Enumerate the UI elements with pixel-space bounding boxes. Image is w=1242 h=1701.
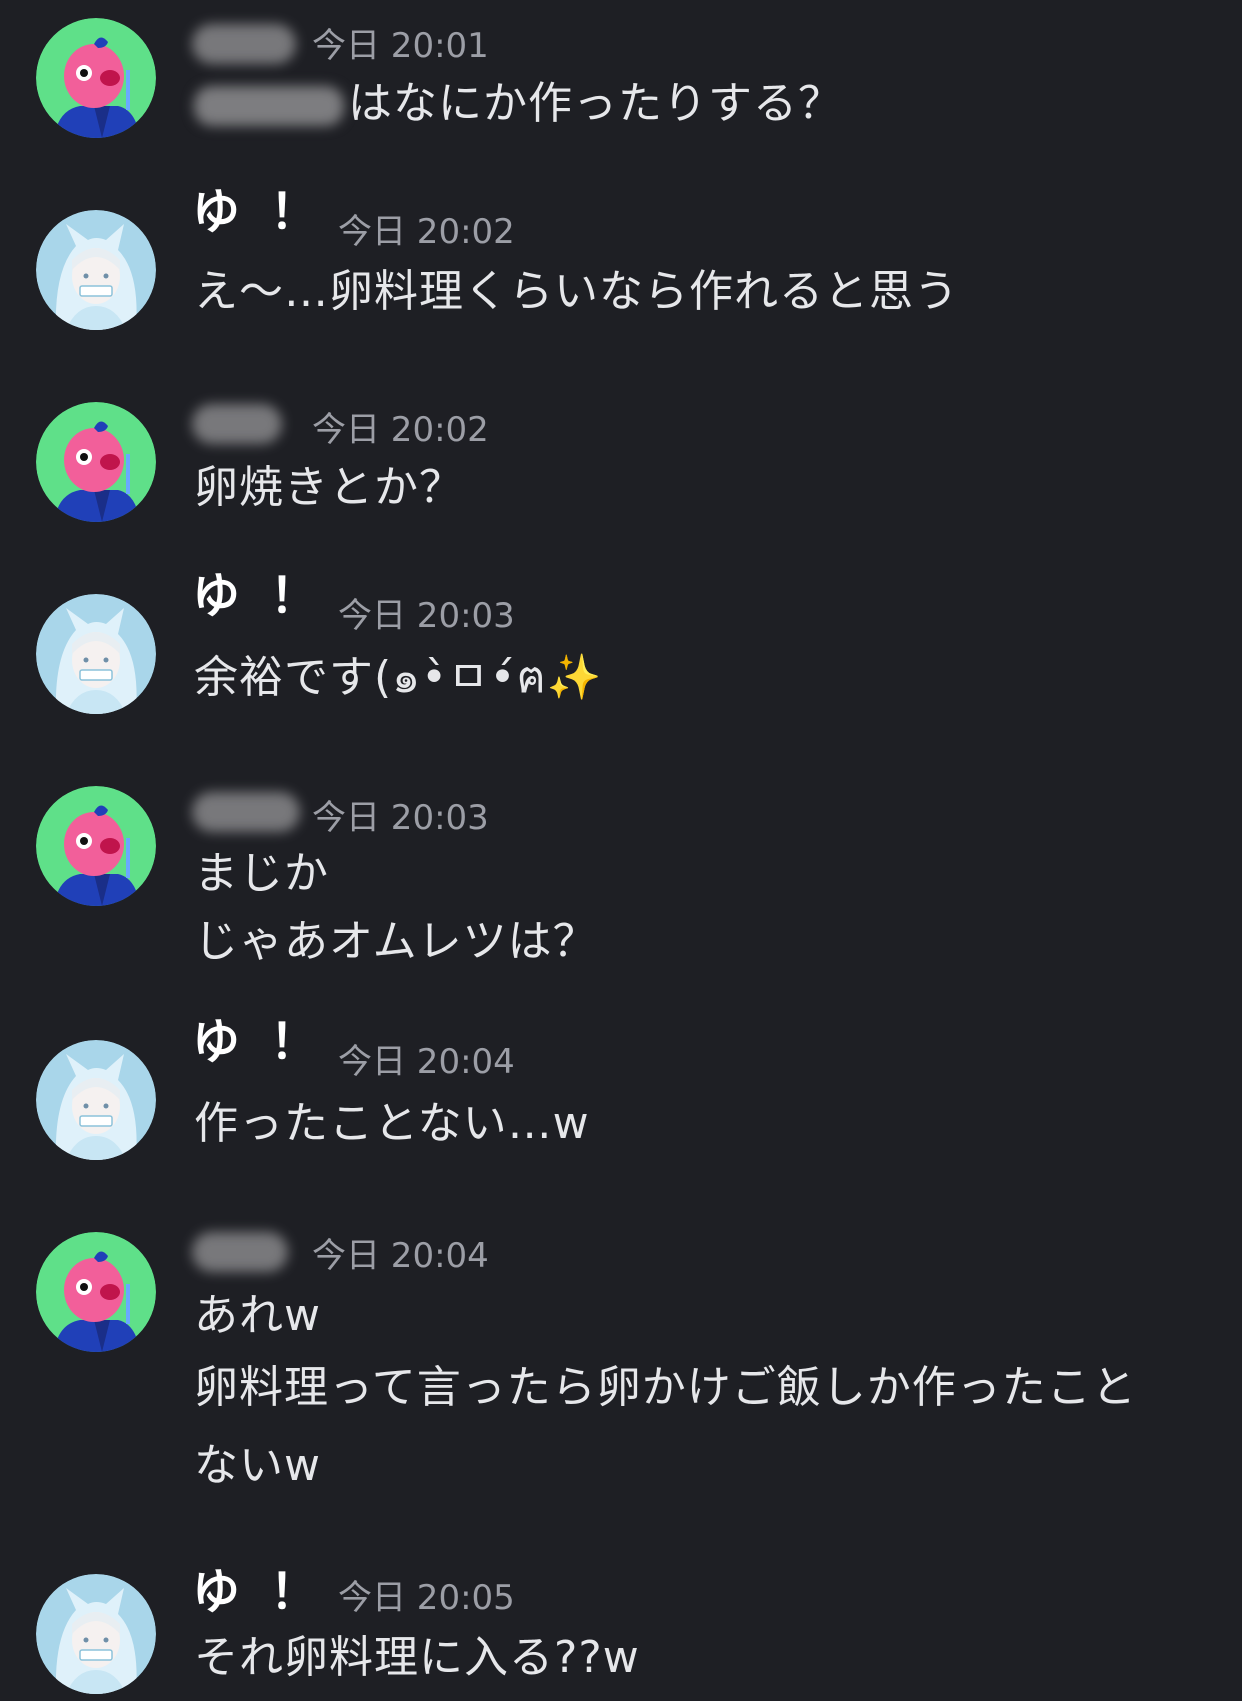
timestamp: 今日 20:01 xyxy=(312,26,489,66)
author-name-redacted[interactable] xyxy=(192,24,296,64)
message-text-line: 余裕です(๑•̀ㅁ•́ฅ xyxy=(194,652,547,703)
author-name-redacted[interactable] xyxy=(192,404,282,444)
message-text-line: じゃあオムレツは？ xyxy=(194,916,598,967)
timestamp: 今日 20:04 xyxy=(312,1236,489,1276)
message-text-line: 卵料理って言ったら卵かけご飯しか作ったこと xyxy=(194,1362,1137,1413)
author-name[interactable]: ゆ！ xyxy=(192,1014,348,1070)
message-text: 余裕です(๑•̀ㅁ•́ฅ✨ xyxy=(194,652,603,704)
message-text-line: あれw xyxy=(194,1290,321,1341)
timestamp: 今日 20:03 xyxy=(338,596,515,636)
chat-log: 今日 20:01 はなにか作ったりする？ ゆ！ 今日 20:02 え〜…卵料理く… xyxy=(0,0,1242,1701)
avatar-pink-creature[interactable] xyxy=(36,18,156,138)
author-name-redacted[interactable] xyxy=(192,1232,288,1272)
message-text-line: それ卵料理に入る??w xyxy=(194,1632,640,1683)
timestamp: 今日 20:03 xyxy=(312,798,489,838)
message-text-line: まじか xyxy=(194,848,329,899)
timestamp: 今日 20:02 xyxy=(338,212,515,252)
message-text-line: 卵焼きとか？ xyxy=(194,462,464,513)
pink-creature-icon xyxy=(36,18,156,138)
author-name[interactable]: ゆ！ xyxy=(192,568,348,624)
avatar-pink-creature[interactable] xyxy=(36,786,156,906)
timestamp: 今日 20:05 xyxy=(338,1578,515,1618)
anime-girl-icon xyxy=(36,594,156,714)
author-name-redacted[interactable] xyxy=(192,792,300,832)
message-text: はなにか作ったりする？ xyxy=(194,78,843,130)
timestamp: 今日 20:02 xyxy=(312,410,489,450)
avatar-pink-creature[interactable] xyxy=(36,402,156,522)
pink-creature-icon xyxy=(36,402,156,522)
sparkles-icon: ✨ xyxy=(546,652,603,703)
avatar-anime-girl[interactable] xyxy=(36,1040,156,1160)
message-text-line: はなにか作ったりする？ xyxy=(348,78,843,129)
author-name[interactable]: ゆ！ xyxy=(192,184,348,240)
avatar-anime-girl[interactable] xyxy=(36,210,156,330)
timestamp: 今日 20:04 xyxy=(338,1042,515,1082)
message-text-line: 作ったことない…w xyxy=(194,1098,590,1149)
avatar-anime-girl[interactable] xyxy=(36,1574,156,1694)
avatar-pink-creature[interactable] xyxy=(36,1232,156,1352)
avatar-anime-girl[interactable] xyxy=(36,594,156,714)
message-text-line: ないw xyxy=(194,1440,321,1491)
author-name[interactable]: ゆ！ xyxy=(192,1564,348,1620)
pink-creature-icon xyxy=(36,1232,156,1352)
anime-girl-icon xyxy=(36,1040,156,1160)
anime-girl-icon xyxy=(36,210,156,330)
anime-girl-icon xyxy=(36,1574,156,1694)
pink-creature-icon xyxy=(36,786,156,906)
redacted-name-mention xyxy=(194,86,344,126)
message-text-line: え〜…卵料理くらいなら作れると思う xyxy=(194,266,959,317)
